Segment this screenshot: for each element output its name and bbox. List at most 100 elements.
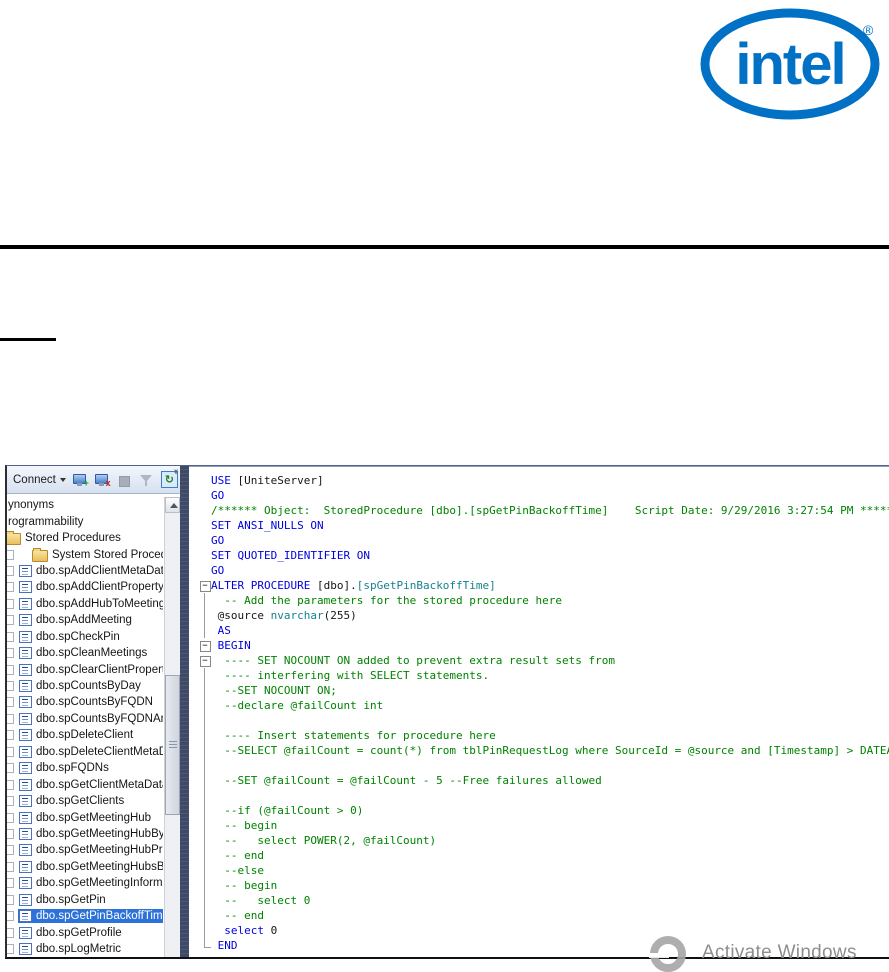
- tree-item-dbo-spgetpin[interactable]: dbo.spGetPin: [7, 892, 163, 908]
- tree-item-dbo-spdeleteclientmetadat[interactable]: dbo.spDeleteClientMetaDat: [7, 744, 163, 760]
- code-line-8[interactable]: ALTER PROCEDURE [dbo].[spGetPinBackoffTi…: [189, 578, 889, 593]
- code-line-18[interactable]: ---- Insert statements for procedure her…: [189, 728, 889, 743]
- tree-item-dbo-spcheckpin[interactable]: dbo.spCheckPin: [7, 629, 163, 645]
- tree-item-dbo-spdeleteclient[interactable]: dbo.spDeleteClient: [7, 727, 163, 743]
- expand-box-icon[interactable]: [7, 730, 14, 740]
- tree-item-dbo-spcountsbyday[interactable]: dbo.spCountsByDay: [7, 678, 163, 694]
- filter-icon[interactable]: [139, 473, 154, 487]
- tree-item-dbo-splogmetric[interactable]: dbo.spLogMetric: [7, 941, 163, 957]
- code-line-6[interactable]: SET QUOTED_IDENTIFIER ON: [189, 548, 889, 563]
- toolbar-overflow-icon[interactable]: [171, 469, 180, 475]
- code-line-5[interactable]: GO: [189, 533, 889, 548]
- code-line-13[interactable]: ---- SET NOCOUNT ON added to prevent ext…: [189, 653, 889, 668]
- code-line-14[interactable]: ---- interfering with SELECT statements.: [189, 668, 889, 683]
- tree-item-dbo-spgetmeetinghubbyf[interactable]: dbo.spGetMeetingHubByF: [7, 826, 163, 842]
- code-line-9[interactable]: -- Add the parameters for the stored pro…: [189, 593, 889, 608]
- expand-box-icon[interactable]: [7, 928, 14, 938]
- expand-box-icon[interactable]: [7, 566, 14, 576]
- panel-splitter[interactable]: [180, 466, 189, 957]
- code-line-22[interactable]: [189, 788, 889, 803]
- tree-item-stored-procedures[interactable]: Stored Procedures: [7, 530, 163, 546]
- tree-item-dbo-spgetpinbackofftime[interactable]: dbo.spGetPinBackoffTime: [7, 908, 163, 924]
- expand-box-icon[interactable]: [7, 944, 14, 954]
- code-line-24[interactable]: -- begin: [189, 818, 889, 833]
- expand-box-icon[interactable]: [7, 648, 14, 658]
- tree-item-dbo-spgetprofile[interactable]: dbo.spGetProfile: [7, 924, 163, 940]
- refresh-icon[interactable]: [161, 473, 176, 487]
- tree-item-dbo-spcountsbyfqdn[interactable]: dbo.spCountsByFQDN: [7, 694, 163, 710]
- code-line-29[interactable]: -- select 0: [189, 893, 889, 908]
- expand-box-icon[interactable]: [7, 599, 14, 609]
- code-line-30[interactable]: -- end: [189, 908, 889, 923]
- code-line-15[interactable]: --SET NOCOUNT ON;: [189, 683, 889, 698]
- connect-button[interactable]: Connect: [13, 474, 66, 486]
- fold-collapse-icon[interactable]: [197, 653, 211, 668]
- tree-item-dbo-spaddmeeting[interactable]: dbo.spAddMeeting: [7, 612, 163, 628]
- tree-item-dbo-spgetclients[interactable]: dbo.spGetClients: [7, 793, 163, 809]
- connect-server-icon[interactable]: [73, 473, 88, 487]
- fold-margin: [197, 773, 211, 788]
- expand-box-icon[interactable]: [7, 550, 14, 560]
- expand-box-icon[interactable]: [7, 582, 14, 592]
- expand-box-icon[interactable]: [7, 615, 14, 625]
- expand-box-icon[interactable]: [7, 829, 14, 839]
- code-text: --SET NOCOUNT ON;: [211, 683, 337, 698]
- tree-item-dbo-spclearclientpropertie[interactable]: dbo.spClearClientPropertie: [7, 661, 163, 677]
- scrollbar-up-arrow-icon[interactable]: [165, 497, 180, 513]
- expand-box-icon[interactable]: [7, 780, 14, 790]
- code-line-1[interactable]: USE [UniteServer]: [189, 473, 889, 488]
- expand-box-icon[interactable]: [7, 862, 14, 872]
- code-line-21[interactable]: --SET @failCount = @failCount - 5 --Free…: [189, 773, 889, 788]
- expand-box-icon[interactable]: [7, 845, 14, 855]
- tree-item-dbo-spaddhubtomeeting[interactable]: dbo.spAddHubToMeeting: [7, 596, 163, 612]
- expand-box-icon[interactable]: [7, 796, 14, 806]
- expand-box-icon[interactable]: [7, 911, 14, 921]
- code-line-20[interactable]: [189, 758, 889, 773]
- expand-box-icon[interactable]: [7, 681, 14, 691]
- expand-box-icon[interactable]: [7, 747, 14, 757]
- code-line-11[interactable]: AS: [189, 623, 889, 638]
- tree-item-dbo-spcountsbyfqdnand[interactable]: dbo.spCountsByFQDNAnd: [7, 711, 163, 727]
- code-line-27[interactable]: --else: [189, 863, 889, 878]
- stored-procedure-icon: [19, 598, 32, 610]
- code-line-4[interactable]: SET ANSI_NULLS ON: [189, 518, 889, 533]
- code-line-16[interactable]: --declare @failCount int: [189, 698, 889, 713]
- tree-item-dbo-spaddclientmetadata[interactable]: dbo.spAddClientMetaData: [7, 563, 163, 579]
- code-line-23[interactable]: --if (@failCount > 0): [189, 803, 889, 818]
- expand-box-icon[interactable]: [7, 895, 14, 905]
- tree-vertical-scrollbar[interactable]: [164, 497, 180, 957]
- code-line-2[interactable]: GO: [189, 488, 889, 503]
- tree-item-system-stored-procedures[interactable]: System Stored Procedures: [7, 546, 163, 562]
- tree-item-dbo-spaddclientproperty[interactable]: dbo.spAddClientProperty: [7, 579, 163, 595]
- expand-box-icon[interactable]: [7, 697, 14, 707]
- code-line-19[interactable]: --SELECT @failCount = count(*) from tblP…: [189, 743, 889, 758]
- fold-collapse-icon[interactable]: [197, 578, 211, 593]
- fold-collapse-icon[interactable]: [197, 638, 211, 653]
- expand-box-icon[interactable]: [7, 665, 14, 675]
- tree-item-dbo-spgetclientmetadata[interactable]: dbo.spGetClientMetaData: [7, 776, 163, 792]
- tree-item-dbo-spcleanmeetings[interactable]: dbo.spCleanMeetings: [7, 645, 163, 661]
- tree-item-ynonyms[interactable]: ynonyms: [7, 497, 163, 513]
- code-line-10[interactable]: @source nvarchar(255): [189, 608, 889, 623]
- scrollbar-thumb[interactable]: [165, 675, 180, 815]
- code-line-7[interactable]: GO: [189, 563, 889, 578]
- tree-item-dbo-spgetmeetinghubsbyn[interactable]: dbo.spGetMeetingHubsByN: [7, 859, 163, 875]
- tree-item-dbo-spgetmeetinghub[interactable]: dbo.spGetMeetingHub: [7, 809, 163, 825]
- expand-box-icon[interactable]: [7, 813, 14, 823]
- code-line-17[interactable]: [189, 713, 889, 728]
- code-line-28[interactable]: -- begin: [189, 878, 889, 893]
- expand-box-icon[interactable]: [7, 632, 14, 642]
- expand-box-icon[interactable]: [7, 878, 14, 888]
- code-line-12[interactable]: BEGIN: [189, 638, 889, 653]
- disconnect-server-icon[interactable]: [95, 473, 110, 487]
- code-line-25[interactable]: -- select POWER(2, @failCount): [189, 833, 889, 848]
- code-line-3[interactable]: /****** Object: StoredProcedure [dbo].[s…: [189, 503, 889, 518]
- tree-item-dbo-spgetmeetinginformat[interactable]: dbo.spGetMeetingInformat: [7, 875, 163, 891]
- expand-box-icon[interactable]: [7, 714, 14, 724]
- code-line-26[interactable]: -- end: [189, 848, 889, 863]
- expand-box-icon[interactable]: [7, 763, 14, 773]
- sql-editor[interactable]: USE [UniteServer]GO/****** Object: Store…: [189, 466, 889, 957]
- tree-item-dbo-spgetmeetinghubprop[interactable]: dbo.spGetMeetingHubProp: [7, 842, 163, 858]
- tree-item-dbo-spfqdns[interactable]: dbo.spFQDNs: [7, 760, 163, 776]
- tree-item-rogrammability[interactable]: rogrammability: [7, 513, 163, 529]
